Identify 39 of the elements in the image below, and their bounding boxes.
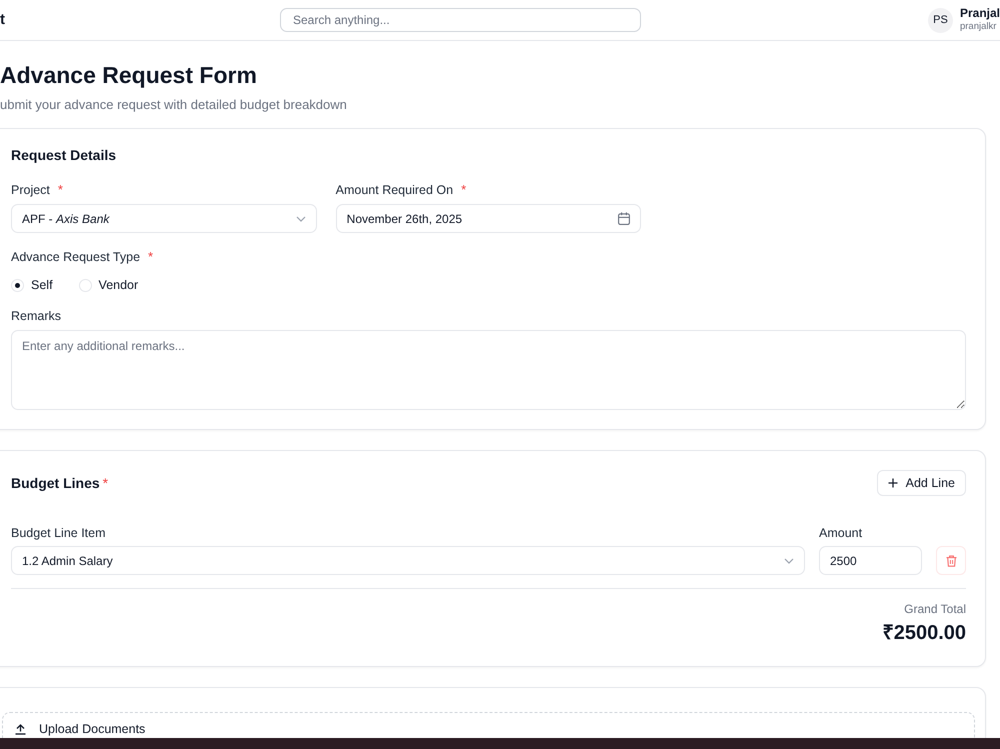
column-label: Budget Line Item xyxy=(11,525,107,541)
required-mark: * xyxy=(148,249,154,265)
section-title: Budget Lines xyxy=(11,474,100,493)
upload-title: Upload Documents xyxy=(39,721,146,737)
required-mark: * xyxy=(461,182,466,198)
search-field[interactable]: Search anything... xyxy=(280,8,641,32)
field-label: Advance Request Type xyxy=(11,249,140,265)
upload-icon xyxy=(15,724,26,734)
radio-option[interactable]: Self xyxy=(11,278,53,292)
plus-icon xyxy=(888,478,898,488)
date-field[interactable]: November 26th, 2025 xyxy=(336,204,642,233)
required-mark: * xyxy=(102,475,108,491)
project-select[interactable]: APF - Axis Bank xyxy=(11,204,317,233)
required-mark: * xyxy=(58,182,63,198)
column-label: Amount xyxy=(819,525,864,541)
chevron-down-icon xyxy=(296,216,306,222)
chevron-down-icon xyxy=(784,558,794,564)
radio-icon[interactable] xyxy=(78,278,92,292)
delete-button[interactable] xyxy=(936,546,966,575)
remarks-field[interactable]: Enter any additional remarks... xyxy=(11,330,966,410)
trash-icon xyxy=(946,554,956,566)
brand-name: t xyxy=(0,11,6,29)
user-name: Pranjal xyxy=(960,7,1000,20)
user-email: pranjalkr xyxy=(960,20,998,33)
field-label: Project xyxy=(11,182,50,198)
field-label: Amount Required On xyxy=(336,182,454,198)
user-avatar[interactable]: PS xyxy=(928,8,953,32)
field-label: Remarks xyxy=(11,308,62,324)
grand-total-label: Grand Total xyxy=(904,601,966,617)
radio-option[interactable]: Vendor xyxy=(78,278,138,292)
grand-total-value: ₹2500.00 xyxy=(882,622,966,644)
add-line-button[interactable]: Add Line xyxy=(876,470,966,496)
page-title: Advance Request Form xyxy=(0,61,258,90)
amount-input[interactable]: 2500 xyxy=(819,546,922,575)
calendar-icon xyxy=(618,212,630,225)
section-title: Request Details xyxy=(11,146,118,165)
radio-icon[interactable] xyxy=(11,278,24,292)
page-subtitle: ubmit your advance request with detailed budget breakdown xyxy=(0,96,348,114)
budget-item-select[interactable]: 1.2 Admin Salary xyxy=(11,546,805,575)
